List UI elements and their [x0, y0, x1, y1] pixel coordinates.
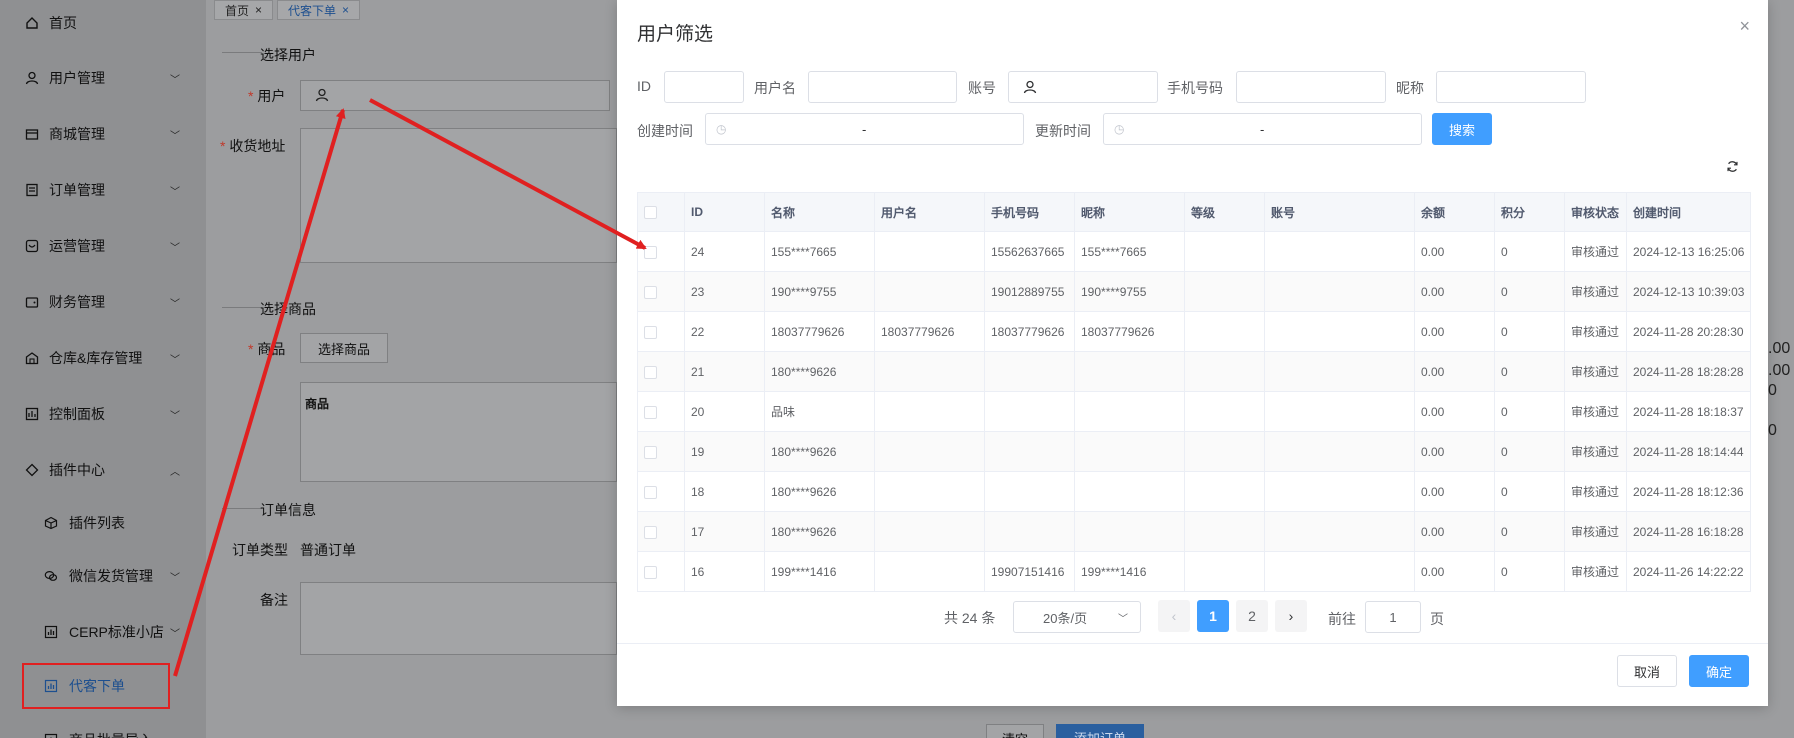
annotation-arrows: [173, 98, 647, 677]
annotation-arrow: [369, 98, 647, 250]
annotation-arrow: [173, 108, 346, 677]
